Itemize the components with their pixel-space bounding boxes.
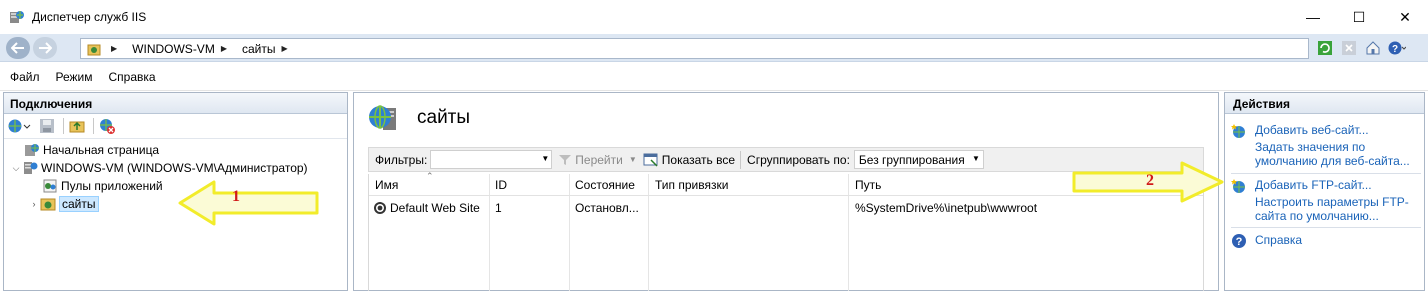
add-ftp-site-link[interactable]: Добавить FTP-сайт...: [1231, 178, 1425, 194]
set-website-defaults-link[interactable]: Задать значения по умолчанию для веб-сай…: [1255, 140, 1423, 168]
minimize-button[interactable]: —: [1290, 0, 1336, 34]
window-title: Диспетчер служб IIS: [32, 10, 147, 24]
ftp-defaults-label: Настроить параметры FTP-сайта по умолчан…: [1255, 195, 1409, 223]
start-page-icon: [24, 142, 40, 158]
help-link[interactable]: ? Справка: [1231, 233, 1425, 249]
home-icon[interactable]: [1363, 38, 1383, 58]
column-header-binding[interactable]: Тип привязки: [655, 178, 728, 192]
group-by-value: Без группирования: [858, 152, 965, 167]
column-header-name[interactable]: Имя: [375, 178, 398, 192]
forward-arrow-icon: [39, 42, 52, 54]
help-label: Справка: [1255, 233, 1303, 247]
cell-state: Остановл...: [575, 201, 639, 215]
chevron-right-icon[interactable]: ›: [28, 199, 40, 209]
toolbar-divider: [93, 118, 94, 134]
menu-file[interactable]: Файл: [10, 70, 40, 84]
actions-divider: [1231, 227, 1421, 228]
group-by-label: Сгруппировать по:: [747, 152, 850, 167]
close-button[interactable]: ✕: [1382, 0, 1428, 34]
tree-item-server[interactable]: ⌵ WINDOWS-VM (WINDOWS-VM\Администратор): [4, 159, 347, 177]
annotation-number: 1: [232, 188, 240, 205]
breadcrumb-server[interactable]: WINDOWS-VM ▶: [132, 42, 234, 56]
sites-folder-icon: [87, 42, 101, 56]
save-icon[interactable]: [37, 116, 57, 136]
back-arrow-icon: [11, 42, 24, 54]
svg-text:?: ?: [1392, 44, 1398, 55]
filter-input[interactable]: ▼: [430, 150, 553, 169]
menu-help[interactable]: Справка: [109, 70, 156, 84]
add-ftp-site-label: Добавить FTP-сайт...: [1255, 178, 1372, 192]
tree-label: WINDOWS-VM (WINDOWS-VM\Администратор): [41, 161, 308, 175]
go-button[interactable]: Перейти ▼: [558, 152, 637, 167]
tree-item-start-page[interactable]: Начальная страница: [4, 141, 347, 159]
actions-divider: [1231, 173, 1421, 174]
maximize-button[interactable]: ☐: [1336, 0, 1382, 34]
connections-header: Подключения: [4, 93, 347, 114]
website-globe-icon: [373, 201, 387, 215]
filter-label: Фильтры:: [375, 152, 428, 167]
title-bar: Диспетчер служб IIS — ☐ ✕: [0, 0, 1428, 34]
sites-folder-icon: [40, 196, 56, 212]
tree-label: сайты: [59, 196, 99, 212]
set-website-defaults-label: Задать значения по умолчанию для веб-сай…: [1255, 140, 1410, 168]
funnel-icon: [558, 154, 572, 166]
add-website-link[interactable]: Добавить веб-сайт...: [1231, 123, 1425, 139]
dropdown-arrow-icon[interactable]: ▼: [541, 154, 549, 163]
sites-header: сайты: [354, 93, 1218, 143]
add-website-icon: [1231, 123, 1247, 139]
iis-manager-icon: [9, 9, 25, 25]
forward-button[interactable]: [33, 37, 57, 59]
sort-ascending-icon: ⌃: [426, 171, 434, 181]
annotation-number: 2: [1146, 172, 1154, 189]
cell-name: Default Web Site: [373, 201, 480, 215]
chevron-down-icon[interactable]: ⌵: [10, 163, 22, 174]
back-button[interactable]: [6, 37, 30, 59]
server-icon: [22, 160, 38, 176]
column-header-state[interactable]: Состояние: [575, 178, 635, 192]
cell-path: %SystemDrive%\inetpub\wwwroot: [855, 201, 1038, 215]
group-by-select[interactable]: Без группирования ▼: [853, 150, 984, 169]
stop-icon[interactable]: [1339, 38, 1359, 58]
add-ftp-site-icon: [1231, 178, 1247, 194]
toolbar-divider: [63, 118, 64, 134]
breadcrumb: ▶: [111, 44, 118, 53]
sites-globe-icon: [367, 102, 399, 134]
connections-toolbar: [4, 114, 347, 139]
refresh-icon[interactable]: [1315, 38, 1335, 58]
page-title: сайты: [417, 107, 471, 128]
column-header-path[interactable]: Путь: [855, 178, 881, 192]
dropdown-arrow-icon[interactable]: ▼: [972, 154, 980, 163]
breadcrumb-sites[interactable]: сайты ▶: [242, 42, 295, 56]
ftp-defaults-link[interactable]: Настроить параметры FTP-сайта по умолчан…: [1255, 195, 1423, 223]
tree-label: Пулы приложений: [61, 179, 163, 193]
disconnect-icon[interactable]: [97, 116, 117, 136]
svg-text:?: ?: [1236, 236, 1243, 248]
address-bar: ▶ WINDOWS-VM ▶ сайты ▶ ?: [0, 34, 1428, 62]
show-all-icon: [643, 153, 659, 167]
column-header-id[interactable]: ID: [495, 178, 507, 192]
connect-icon[interactable]: [6, 116, 34, 136]
tree-label: Начальная страница: [43, 143, 160, 157]
actions-header: Действия: [1225, 93, 1424, 114]
annotation-arrow-left: [178, 180, 319, 226]
add-website-label: Добавить веб-сайт...: [1255, 123, 1369, 137]
go-label: Перейти: [575, 152, 623, 167]
up-folder-icon[interactable]: [67, 116, 87, 136]
filter-divider: [740, 150, 742, 169]
dropdown-arrow-icon[interactable]: ▼: [629, 155, 637, 164]
cell-id: 1: [495, 201, 502, 215]
address-path[interactable]: ▶ WINDOWS-VM ▶ сайты ▶: [80, 38, 1309, 59]
show-all-label: Показать все: [661, 152, 736, 167]
site-name: Default Web Site: [390, 201, 480, 215]
help-icon[interactable]: ?: [1387, 38, 1407, 58]
help-icon: ?: [1231, 233, 1247, 249]
actions-pane: Действия Добавить веб-сайт... Задать зна…: [1224, 92, 1425, 291]
menu-view[interactable]: Режим: [56, 70, 93, 84]
show-all-button[interactable]: Показать все: [643, 153, 735, 167]
menu-bar: Файл Режим Справка: [0, 63, 1428, 91]
app-pools-icon: [42, 178, 58, 194]
